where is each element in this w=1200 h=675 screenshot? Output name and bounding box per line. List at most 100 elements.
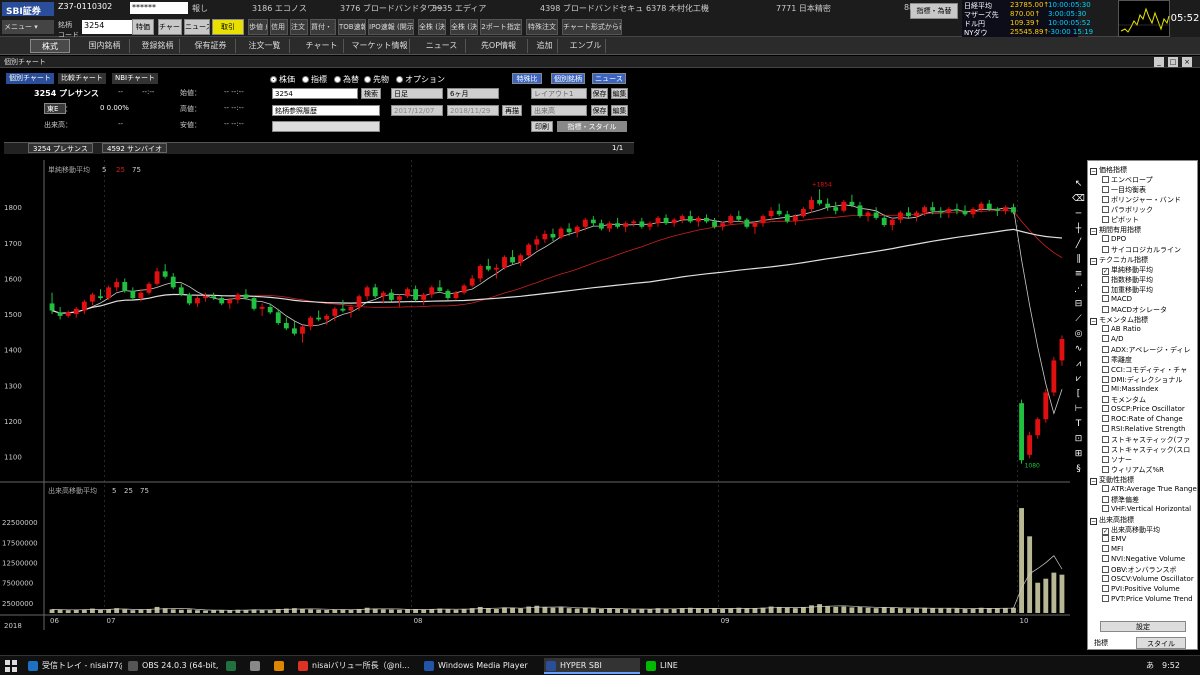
radio-option[interactable]: オプション — [396, 74, 445, 85]
indicator-item[interactable]: ADX:アベレージ・ディレ — [1102, 345, 1198, 355]
checkbox-icon[interactable] — [1102, 216, 1109, 223]
menu-tab[interactable]: 注文一覧 — [240, 39, 290, 53]
taskbar-item[interactable] — [248, 658, 268, 674]
indicator-item[interactable]: 標準偏差 — [1102, 495, 1198, 505]
cycle-tool-icon[interactable]: ◎ — [1072, 328, 1085, 341]
checkbox-icon[interactable] — [1102, 235, 1109, 242]
chart-tab-sanbio[interactable]: 4592 サンバイオ — [102, 143, 168, 153]
ticker-item[interactable]: 3935 エディア — [432, 3, 486, 14]
indicator-item[interactable]: PVI:Positive Volume — [1102, 585, 1198, 595]
taskbar-item[interactable]: Windows Media Player — [422, 658, 538, 674]
indicator-group[interactable]: − 出来高指標 — [1090, 515, 1134, 525]
lock-tool-icon[interactable]: ⊡ — [1072, 433, 1085, 446]
indicator-group[interactable]: − 期間有用指標 — [1090, 225, 1141, 235]
indicator-item[interactable]: エンベロープ — [1102, 175, 1198, 185]
fan-tool-icon[interactable]: ⋰ — [1072, 283, 1085, 296]
individual-button[interactable]: 個別銘柄 — [551, 73, 585, 84]
indicator-item[interactable]: ROC:Rate of Change — [1102, 415, 1198, 425]
radio-option[interactable]: 指標 — [302, 74, 327, 85]
indicator-item[interactable]: 乖離度 — [1102, 355, 1198, 365]
indicator-item[interactable]: ✓ 出来高移動平均 — [1102, 525, 1198, 535]
checkbox-icon[interactable] — [1102, 385, 1109, 392]
redraw-button[interactable]: 再描 — [502, 105, 522, 116]
collapse-icon[interactable]: − — [1090, 518, 1097, 525]
indicator-item[interactable]: VHF:Vertical Horizontal — [1102, 505, 1198, 515]
toolbar-button[interactable]: 特殊注文 — [526, 19, 558, 35]
minimize-button[interactable]: _ — [1154, 57, 1164, 67]
news-button[interactable]: ニュース — [592, 73, 626, 84]
eraser-tool-icon[interactable]: ⌫ — [1072, 193, 1085, 206]
checkbox-icon[interactable]: ✓ — [1102, 528, 1109, 535]
checkbox-icon[interactable] — [1102, 196, 1109, 203]
checkbox-icon[interactable] — [1102, 306, 1109, 313]
ticker-item[interactable]: 6378 木村化工機 — [646, 3, 709, 14]
indicator-item[interactable]: NVI:Negative Volume — [1102, 555, 1198, 565]
market-select[interactable]: 東E — [44, 103, 66, 114]
indicator-item[interactable]: AB Ratio — [1102, 325, 1198, 335]
checkbox-icon[interactable] — [1102, 436, 1109, 443]
menu-tab[interactable]: 国内銘柄 — [80, 39, 130, 53]
radio-option[interactable]: 為替 — [334, 74, 359, 85]
indicator-item[interactable]: MACDオシレータ — [1102, 305, 1198, 315]
bracket-tool-icon[interactable]: [ — [1072, 388, 1085, 401]
checkbox-icon[interactable] — [1102, 545, 1109, 552]
ticker-item[interactable]: 3186 エコノス — [252, 3, 307, 14]
date-from[interactable]: 2017/12/07 — [391, 105, 443, 116]
ruler-tool-icon[interactable]: ⊢ — [1072, 403, 1085, 416]
checkbox-icon[interactable] — [1102, 276, 1109, 283]
tab-indicators[interactable]: 指標 — [1090, 637, 1112, 649]
edit-button-2[interactable]: 編集 — [611, 105, 628, 116]
checkbox-icon[interactable] — [1102, 456, 1109, 463]
history-select[interactable]: 銘柄参照履歴 — [272, 105, 380, 116]
ime-indicator[interactable]: あ — [1146, 658, 1154, 674]
checkbox-icon[interactable] — [1102, 346, 1109, 353]
menu-tab[interactable]: 先OP情報 — [470, 39, 528, 53]
display-select[interactable]: 出来高 — [531, 105, 587, 116]
indicator-item[interactable]: DMI:ディレクショナル — [1102, 375, 1198, 385]
taskbar-item[interactable]: LINE — [644, 658, 704, 674]
checkbox-icon[interactable] — [1102, 325, 1109, 332]
checkbox-icon[interactable] — [1102, 496, 1109, 503]
indicator-item[interactable]: 指数移動平均 — [1102, 275, 1198, 285]
chart-tab-presance[interactable]: 3254 プレサンス — [28, 143, 93, 153]
cross-tool-icon[interactable]: ┼ — [1072, 223, 1085, 236]
checkbox-icon[interactable] — [1102, 366, 1109, 373]
menu-tab[interactable]: 追加 — [532, 39, 558, 53]
indicator-item[interactable]: パラボリック — [1102, 205, 1198, 215]
taskbar-item[interactable]: nisaiバリュー所長（@ni... — [296, 658, 416, 674]
indicator-item[interactable]: ATR:Average True Range — [1102, 485, 1198, 495]
checkbox-icon[interactable] — [1102, 246, 1109, 253]
indicator-item[interactable]: ボリンジャー・バンド — [1102, 195, 1198, 205]
toolbar-button[interactable]: 特価 — [132, 19, 154, 35]
checkbox-icon[interactable] — [1102, 295, 1109, 302]
checkbox-icon[interactable] — [1102, 446, 1109, 453]
taskbar-item[interactable]: 受信トレイ - nisai77@z... — [26, 658, 122, 674]
search-button[interactable]: 検索 — [361, 88, 381, 99]
indicator-item[interactable]: EMV — [1102, 535, 1198, 545]
collapse-icon[interactable]: − — [1090, 258, 1097, 265]
toolbar-button[interactable]: 買付・ 建余力 — [310, 19, 336, 35]
ticker-item[interactable]: 7771 日本精密 — [776, 3, 831, 14]
radio-option[interactable]: 先物 — [364, 74, 389, 85]
menu-tab[interactable]: 保有証券 — [186, 39, 236, 53]
wave-tool-icon[interactable]: ∿ — [1072, 343, 1085, 356]
indicator-group[interactable]: − テクニカル指標 — [1090, 255, 1148, 265]
checkbox-icon[interactable] — [1102, 585, 1109, 592]
menu-tab[interactable]: 株式 — [30, 39, 70, 53]
stamp-tool-icon[interactable]: ⊞ — [1072, 448, 1085, 461]
menu-button[interactable]: メニュー ▾ — [2, 20, 54, 34]
checkbox-icon[interactable] — [1102, 335, 1109, 342]
indicator-item[interactable]: MACD — [1102, 295, 1198, 305]
menu-tab[interactable]: ニュース — [418, 39, 466, 53]
date-to[interactable]: 2018/11/29 — [447, 105, 499, 116]
indicator-item[interactable]: MFI — [1102, 545, 1198, 555]
ticker-item[interactable]: 88 — [904, 3, 914, 12]
indicator-group[interactable]: − 変動性指標 — [1090, 475, 1134, 485]
checkbox-icon[interactable] — [1102, 396, 1109, 403]
toolbar-button[interactable]: チャート形式から表示 — [562, 19, 622, 35]
hline-tool-icon[interactable]: ─ — [1072, 208, 1085, 221]
edit-button[interactable]: 編集 — [611, 88, 628, 99]
checkbox-icon[interactable] — [1102, 405, 1109, 412]
price-chart[interactable]: 1800 1700 1600 1500 1400 1300 1200 1100 22500000… — [0, 160, 1070, 630]
indicator-style-button[interactable]: 指標・スタイル — [557, 121, 627, 132]
